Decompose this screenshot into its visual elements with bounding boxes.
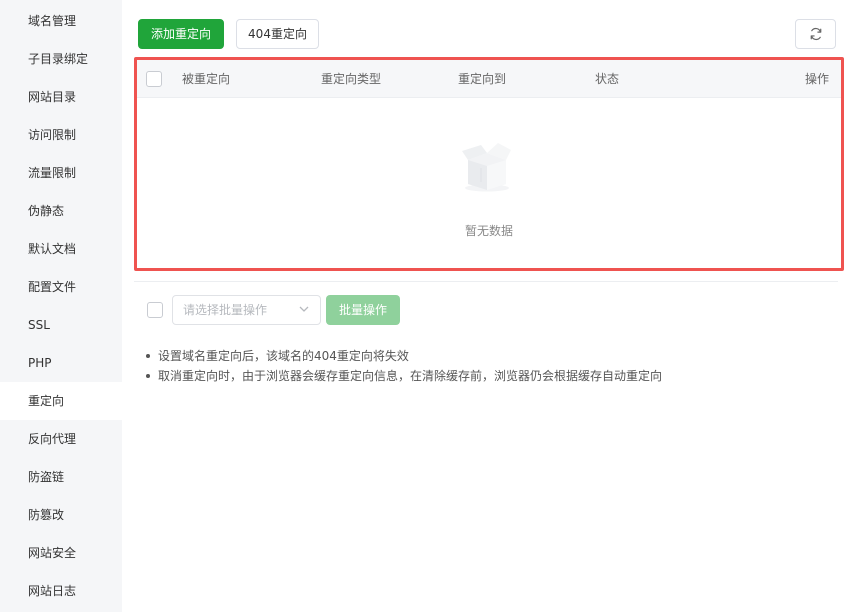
sidebar-item-reverse-proxy[interactable]: 反向代理 (0, 420, 122, 458)
redirect-404-button[interactable]: 404重定向 (236, 19, 319, 49)
sidebar-item-rewrite[interactable]: 伪静态 (0, 192, 122, 230)
select-all-checkbox[interactable] (146, 71, 162, 87)
column-header-redirect-target: 重定向到 (458, 72, 507, 86)
sidebar-item-config-file[interactable]: 配置文件 (0, 268, 122, 306)
tips-list: 设置域名重定向后，该域名的404重定向将失效 取消重定向时，由于浏览器会缓存重定… (144, 346, 662, 386)
sidebar-item-domain-management[interactable]: 域名管理 (0, 2, 122, 40)
sidebar-item-ssl[interactable]: SSL (0, 306, 122, 344)
divider (134, 281, 838, 282)
main-panel: 添加重定向 404重定向 被重定向 重定向类型 重定向到 状态 操作 暂无数据 … (122, 0, 854, 612)
column-header-redirect-type: 重定向类型 (321, 72, 382, 86)
empty-state-text: 暂无数据 (464, 224, 513, 238)
sidebar-item-site-security[interactable]: 网站安全 (0, 534, 122, 572)
add-redirect-button[interactable]: 添加重定向 (138, 19, 224, 49)
table-header: 被重定向 重定向类型 重定向到 状态 操作 (137, 60, 841, 98)
sidebar-item-subdirectory-binding[interactable]: 子目录绑定 (0, 40, 122, 78)
sidebar-item-site-logs[interactable]: 网站日志 (0, 572, 122, 610)
sidebar-item-traffic-limit[interactable]: 流量限制 (0, 154, 122, 192)
refresh-button[interactable] (795, 19, 836, 49)
sidebar-item-access-limit[interactable]: 访问限制 (0, 116, 122, 154)
sidebar: 域名管理 子目录绑定 网站目录 访问限制 流量限制 伪静态 默认文档 配置文件 … (0, 0, 122, 612)
tip-item: 取消重定向时，由于浏览器会缓存重定向信息，在清除缓存前，浏览器仍会根据缓存自动重… (144, 366, 662, 386)
sidebar-item-tamper-protection[interactable]: 防篡改 (0, 496, 122, 534)
column-header-actions: 操作 (805, 72, 830, 86)
refresh-icon (810, 27, 821, 41)
batch-operation-placeholder: 请选择批量操作 (183, 303, 268, 317)
sidebar-item-site-directory[interactable]: 网站目录 (0, 78, 122, 116)
batch-select-checkbox[interactable] (147, 302, 163, 318)
empty-state: 暂无数据 (137, 98, 841, 268)
sidebar-item-hotlink-protection[interactable]: 防盗链 (0, 458, 122, 496)
empty-box-icon (462, 143, 511, 192)
column-header-source: 被重定向 (182, 72, 231, 86)
sidebar-item-redirect[interactable]: 重定向 (0, 382, 122, 420)
chevron-down-icon (298, 296, 310, 334)
tip-item: 设置域名重定向后，该域名的404重定向将失效 (144, 346, 662, 366)
batch-operation-select[interactable]: 请选择批量操作 (172, 295, 321, 325)
sidebar-item-default-document[interactable]: 默认文档 (0, 230, 122, 268)
column-header-status: 状态 (595, 72, 620, 86)
sidebar-item-php[interactable]: PHP (0, 344, 122, 382)
batch-operation-button[interactable]: 批量操作 (326, 295, 400, 325)
redirect-table: 被重定向 重定向类型 重定向到 状态 操作 暂无数据 (134, 57, 844, 271)
